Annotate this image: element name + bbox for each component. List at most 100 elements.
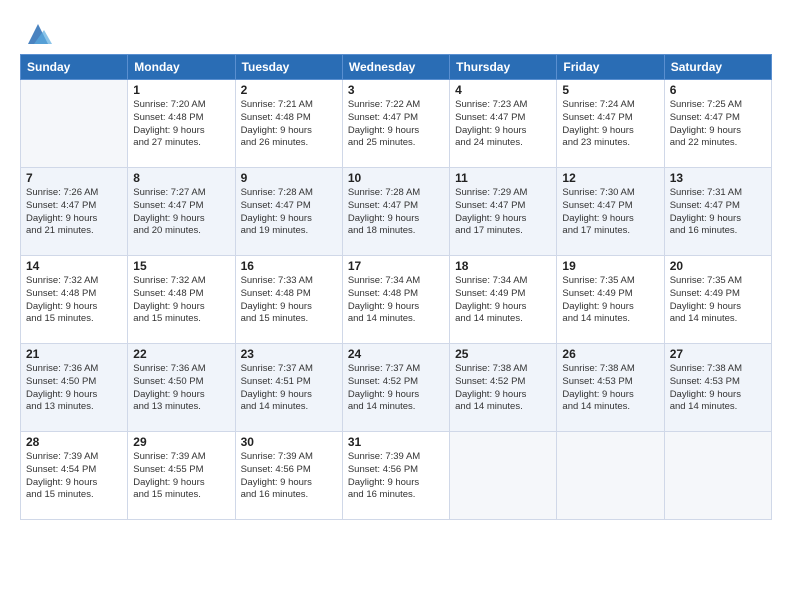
cell-info-line: Daylight: 9 hours: [133, 301, 229, 314]
cell-info-line: Sunset: 4:52 PM: [455, 376, 551, 389]
calendar-cell: 7Sunrise: 7:26 AMSunset: 4:47 PMDaylight…: [21, 168, 128, 256]
cell-info-line: and 13 minutes.: [133, 401, 229, 414]
cell-info-line: and 15 minutes.: [26, 489, 122, 502]
day-number: 27: [670, 347, 766, 361]
day-number: 14: [26, 259, 122, 273]
calendar-week-row: 14Sunrise: 7:32 AMSunset: 4:48 PMDayligh…: [21, 256, 772, 344]
cell-info-line: Sunrise: 7:28 AM: [241, 187, 337, 200]
cell-info-line: Sunset: 4:47 PM: [562, 200, 658, 213]
day-number: 5: [562, 83, 658, 97]
cell-info-line: and 15 minutes.: [133, 313, 229, 326]
cell-info-line: Daylight: 9 hours: [241, 213, 337, 226]
cell-info-line: Daylight: 9 hours: [455, 389, 551, 402]
cell-info-line: Daylight: 9 hours: [133, 125, 229, 138]
calendar-cell: 13 Sunrise: 7:31 AMSunset: 4:47 PMDayligh…: [664, 168, 771, 256]
calendar-header-wednesday: Wednesday: [342, 55, 449, 80]
calendar-cell: 19Sunrise: 7:35 AMSunset: 4:49 PMDayligh…: [557, 256, 664, 344]
cell-info-line: Sunset: 4:47 PM: [348, 200, 444, 213]
cell-info-line: Sunrise: 7:24 AM: [562, 99, 658, 112]
cell-info-line: Sunset: 4:47 PM: [455, 200, 551, 213]
cell-info-line: Sunset: 4:47 PM: [670, 200, 766, 213]
calendar-cell: 22Sunrise: 7:36 AMSunset: 4:50 PMDayligh…: [128, 344, 235, 432]
cell-info-line: Daylight: 9 hours: [670, 213, 766, 226]
cell-info-line: and 27 minutes.: [133, 137, 229, 150]
calendar-header-thursday: Thursday: [450, 55, 557, 80]
cell-info-line: Sunrise: 7:21 AM: [241, 99, 337, 112]
cell-info-line: Sunset: 4:48 PM: [348, 288, 444, 301]
calendar-cell: 11Sunrise: 7:29 AMSunset: 4:47 PMDayligh…: [450, 168, 557, 256]
calendar-cell: 27Sunrise: 7:38 AMSunset: 4:53 PMDayligh…: [664, 344, 771, 432]
cell-info-line: Sunrise: 7:28 AM: [348, 187, 444, 200]
cell-info-line: Daylight: 9 hours: [241, 477, 337, 490]
cell-info-line: Sunset: 4:55 PM: [133, 464, 229, 477]
day-number: 10: [348, 171, 444, 185]
cell-info-line: and 17 minutes.: [455, 225, 551, 238]
calendar-cell: 28Sunrise: 7:39 AMSunset: 4:54 PMDayligh…: [21, 432, 128, 520]
cell-info-line: Sunrise: 7:39 AM: [26, 451, 122, 464]
calendar-cell: 9Sunrise: 7:28 AMSunset: 4:47 PMDaylight…: [235, 168, 342, 256]
cell-info-line: Daylight: 9 hours: [26, 301, 122, 314]
cell-info-line: and 16 minutes.: [670, 225, 766, 238]
day-number: 6: [670, 83, 766, 97]
cell-info-line: Sunset: 4:56 PM: [348, 464, 444, 477]
day-number: 2: [241, 83, 337, 97]
cell-info-line: Sunrise: 7:33 AM: [241, 275, 337, 288]
cell-info-line: Sunrise: 7:26 AM: [26, 187, 122, 200]
header: [20, 18, 772, 48]
cell-info-line: Sunrise: 7:37 AM: [241, 363, 337, 376]
cell-info-line: Daylight: 9 hours: [133, 389, 229, 402]
cell-info-line: Sunrise: 7:31 AM: [670, 187, 766, 200]
cell-info-line: Sunset: 4:47 PM: [455, 112, 551, 125]
calendar-cell: 5Sunrise: 7:24 AMSunset: 4:47 PMDaylight…: [557, 80, 664, 168]
cell-info-line: and 14 minutes.: [562, 313, 658, 326]
calendar-cell: [450, 432, 557, 520]
calendar-cell: 17Sunrise: 7:34 AMSunset: 4:48 PMDayligh…: [342, 256, 449, 344]
cell-info-line: Sunset: 4:47 PM: [348, 112, 444, 125]
calendar-cell: 3Sunrise: 7:22 AMSunset: 4:47 PMDaylight…: [342, 80, 449, 168]
day-number: 26: [562, 347, 658, 361]
calendar-cell: 8Sunrise: 7:27 AMSunset: 4:47 PMDaylight…: [128, 168, 235, 256]
cell-info-line: Sunset: 4:47 PM: [26, 200, 122, 213]
cell-info-line: Daylight: 9 hours: [348, 125, 444, 138]
cell-info-line: and 23 minutes.: [562, 137, 658, 150]
cell-info-line: Sunrise: 7:32 AM: [133, 275, 229, 288]
day-number: 16: [241, 259, 337, 273]
cell-info-line: Sunset: 4:48 PM: [26, 288, 122, 301]
day-number: 15: [133, 259, 229, 273]
cell-info-line: Sunset: 4:49 PM: [562, 288, 658, 301]
cell-info-line: Sunrise: 7:27 AM: [133, 187, 229, 200]
calendar-cell: 1Sunrise: 7:20 AMSunset: 4:48 PMDaylight…: [128, 80, 235, 168]
day-number: 13: [670, 171, 766, 185]
cell-info-line: and 14 minutes.: [670, 313, 766, 326]
page: SundayMondayTuesdayWednesdayThursdayFrid…: [0, 0, 792, 612]
cell-info-line: Daylight: 9 hours: [348, 213, 444, 226]
cell-info-line: Daylight: 9 hours: [455, 213, 551, 226]
calendar-week-row: 7Sunrise: 7:26 AMSunset: 4:47 PMDaylight…: [21, 168, 772, 256]
cell-info-line: Daylight: 9 hours: [241, 301, 337, 314]
cell-info-line: Sunrise: 7:25 AM: [670, 99, 766, 112]
cell-info-line: Sunset: 4:48 PM: [133, 288, 229, 301]
cell-info-line: Daylight: 9 hours: [241, 389, 337, 402]
calendar-cell: 6Sunrise: 7:25 AMSunset: 4:47 PMDaylight…: [664, 80, 771, 168]
cell-info-line: Sunrise: 7:23 AM: [455, 99, 551, 112]
cell-info-line: Sunset: 4:48 PM: [133, 112, 229, 125]
cell-info-line: and 14 minutes.: [455, 313, 551, 326]
day-number: 30: [241, 435, 337, 449]
day-number: 29: [133, 435, 229, 449]
cell-info-line: and 20 minutes.: [133, 225, 229, 238]
cell-info-line: Daylight: 9 hours: [133, 213, 229, 226]
cell-info-line: Sunset: 4:48 PM: [241, 112, 337, 125]
day-number: 9: [241, 171, 337, 185]
logo-icon: [24, 20, 52, 48]
calendar-cell: 26Sunrise: 7:38 AMSunset: 4:53 PMDayligh…: [557, 344, 664, 432]
cell-info-line: Sunrise: 7:38 AM: [670, 363, 766, 376]
calendar-cell: 21Sunrise: 7:36 AMSunset: 4:50 PMDayligh…: [21, 344, 128, 432]
cell-info-line: Sunrise: 7:34 AM: [455, 275, 551, 288]
day-number: 17: [348, 259, 444, 273]
day-number: 24: [348, 347, 444, 361]
cell-info-line: Daylight: 9 hours: [455, 301, 551, 314]
cell-info-line: and 16 minutes.: [348, 489, 444, 502]
day-number: 3: [348, 83, 444, 97]
calendar-cell: 20Sunrise: 7:35 AMSunset: 4:49 PMDayligh…: [664, 256, 771, 344]
cell-info-line: Sunset: 4:51 PM: [241, 376, 337, 389]
